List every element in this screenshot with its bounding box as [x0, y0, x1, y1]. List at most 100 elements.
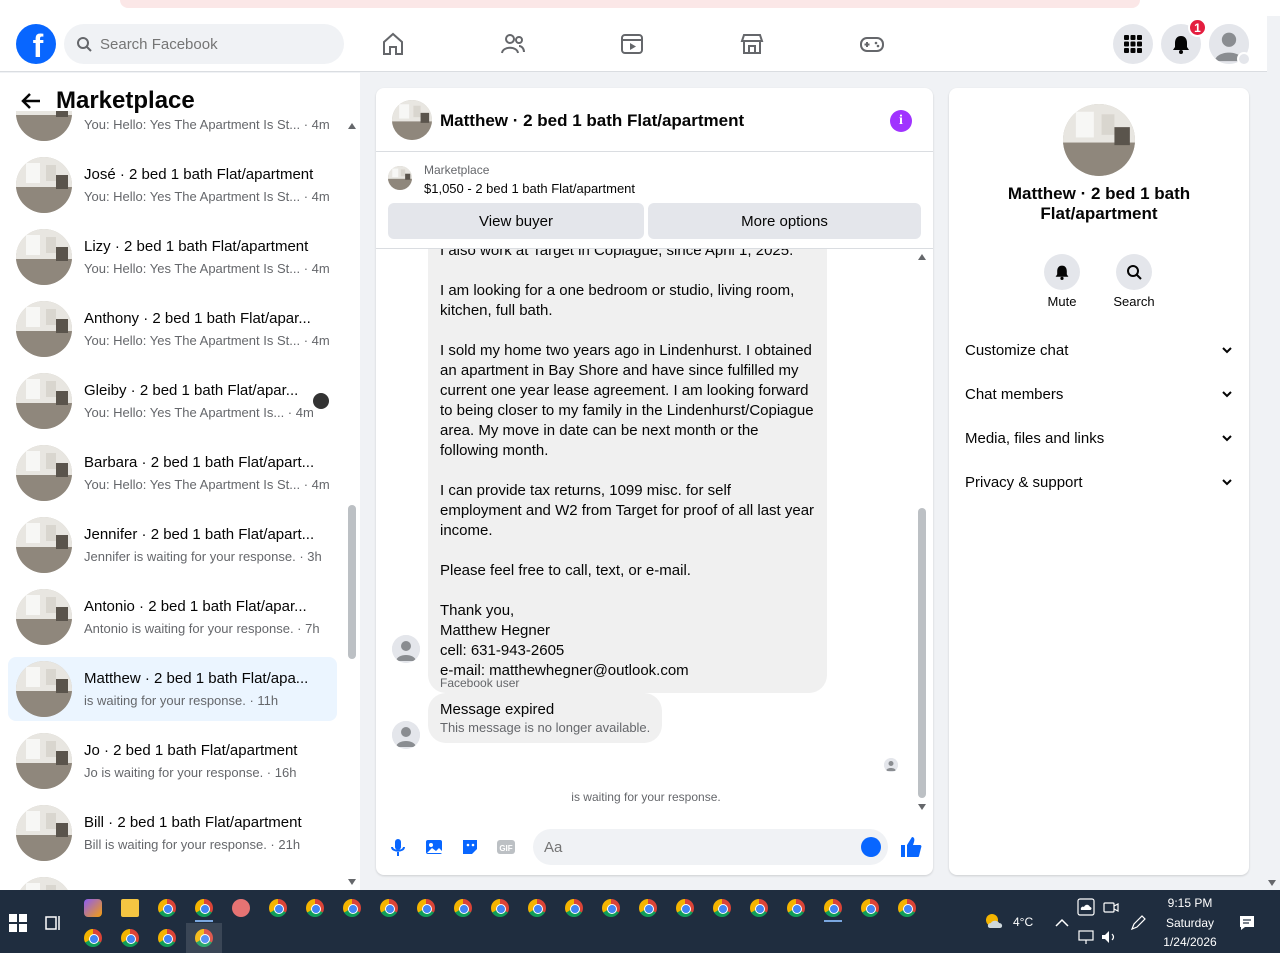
meet-icon[interactable]: [1102, 898, 1120, 916]
scroll-up-arrow[interactable]: [918, 254, 926, 260]
active-indicator: [824, 920, 842, 922]
chrome-icon[interactable]: [343, 899, 361, 917]
media-files-row[interactable]: Media, files and links: [965, 426, 1233, 450]
emoji-icon[interactable]: [861, 837, 881, 857]
chrome-icon[interactable]: [713, 899, 731, 917]
clock-time[interactable]: 9:15 PM: [1160, 896, 1220, 910]
customize-chat-row[interactable]: Customize chat: [965, 338, 1233, 362]
info-icon[interactable]: i: [890, 110, 912, 132]
volume-icon[interactable]: [1100, 928, 1118, 946]
listing-thumbnail[interactable]: [388, 166, 412, 190]
scrollbar-thumb[interactable]: [348, 505, 356, 659]
chrome-icon[interactable]: [639, 899, 657, 917]
scroll-down-arrow[interactable]: [918, 804, 926, 810]
chrome-icon[interactable]: [306, 899, 324, 917]
chrome-icon[interactable]: [380, 899, 398, 917]
microphone-icon[interactable]: [388, 837, 408, 857]
account-avatar[interactable]: [1209, 24, 1251, 66]
list-item[interactable]: Barbara · 2 bed 1 bath Flat/apart... You…: [8, 441, 337, 505]
file-explorer-icon[interactable]: [121, 899, 139, 917]
scroll-up-arrow[interactable]: [348, 123, 356, 129]
page-scroll-down-arrow[interactable]: [1268, 880, 1276, 886]
friends-icon[interactable]: [497, 28, 529, 60]
network-icon[interactable]: [1077, 928, 1095, 946]
search-input[interactable]: [100, 35, 320, 53]
app-icon[interactable]: [232, 899, 250, 917]
chrome-icon[interactable]: [898, 899, 916, 917]
listing-thumbnail[interactable]: [392, 100, 432, 140]
weather-icon[interactable]: [984, 912, 1006, 930]
chrome-icon[interactable]: [824, 899, 842, 917]
chrome-icon[interactable]: [676, 899, 694, 917]
sticker-icon[interactable]: [460, 837, 480, 857]
task-view-icon[interactable]: [45, 914, 63, 932]
back-arrow-icon[interactable]: [20, 90, 42, 112]
top-nav: f 1: [0, 16, 1267, 72]
chrome-icon[interactable]: [84, 929, 102, 947]
chrome-icon[interactable]: [158, 929, 176, 947]
list-item[interactable]: Jo · 2 bed 1 bath Flat/apartment Jo is w…: [8, 729, 337, 793]
chrome-icon[interactable]: [602, 899, 620, 917]
windows-start-icon[interactable]: [9, 914, 27, 932]
facebook-logo[interactable]: f: [16, 24, 56, 64]
browser-strip: [0, 0, 1280, 16]
search-box[interactable]: [64, 24, 344, 64]
chrome-icon[interactable]: [121, 929, 139, 947]
chrome-icon[interactable]: [269, 899, 287, 917]
chrome-icon[interactable]: [787, 899, 805, 917]
chrome-icon[interactable]: [454, 899, 472, 917]
message-input[interactable]: [533, 829, 888, 865]
list-item[interactable]: Antonio · 2 bed 1 bath Flat/apar... Anto…: [8, 585, 337, 649]
marketplace-icon[interactable]: [736, 28, 768, 60]
like-icon[interactable]: [899, 835, 923, 859]
scroll-down-arrow[interactable]: [348, 879, 356, 885]
temperature: 4°C: [1013, 915, 1034, 929]
chrome-icon[interactable]: [750, 899, 768, 917]
video-icon[interactable]: [616, 28, 648, 60]
mute-button[interactable]: Mute: [1034, 254, 1090, 309]
list-item-selected[interactable]: Matthew · 2 bed 1 bath Flat/apa... is wa…: [8, 657, 337, 721]
chevron-down-icon: [1222, 435, 1232, 442]
copilot-icon[interactable]: [84, 899, 102, 917]
notifications-button[interactable]: 1: [1161, 18, 1207, 64]
listing-thumbnail: [16, 157, 72, 213]
chrome-icon[interactable]: [417, 899, 435, 917]
chrome-icon[interactable]: [158, 899, 176, 917]
menu-grid-icon[interactable]: [1113, 24, 1153, 64]
gaming-icon[interactable]: [856, 28, 888, 60]
list-item[interactable]: Anthony · 2 bed 1 bath Flat/apar... You:…: [8, 297, 337, 361]
chat-members-row[interactable]: Chat members: [965, 382, 1233, 406]
gif-icon[interactable]: GIF: [496, 837, 516, 857]
list-item[interactable]: Lizy · 2 bed 1 bath Flat/apartment You: …: [8, 225, 337, 289]
home-icon[interactable]: [377, 28, 409, 60]
pen-icon[interactable]: [1129, 914, 1147, 932]
list-item[interactable]: José · 2 bed 1 bath Flat/apartment You: …: [8, 153, 337, 217]
listing-thumbnail: [16, 229, 72, 285]
chrome-icon[interactable]: [565, 899, 583, 917]
chrome-icon[interactable]: [528, 899, 546, 917]
list-item[interactable]: Jennifer · 2 bed 1 bath Flat/apart... Je…: [8, 513, 337, 577]
browser-address-remnant: [120, 0, 1140, 8]
list-item[interactable]: [8, 873, 337, 890]
view-buyer-button[interactable]: View buyer: [388, 203, 644, 239]
notification-center-icon[interactable]: [1238, 914, 1256, 932]
listing-thumbnail: [16, 661, 72, 717]
chevron-up-icon[interactable]: [1053, 914, 1071, 932]
bell-icon: [1173, 36, 1189, 54]
onedrive-icon[interactable]: [1077, 898, 1095, 916]
privacy-support-row[interactable]: Privacy & support: [965, 470, 1233, 494]
chrome-icon[interactable]: [195, 899, 213, 917]
chrome-icon[interactable]: [861, 899, 879, 917]
search-conversation-button[interactable]: Search: [1106, 254, 1162, 309]
listing-price[interactable]: $1,050 - 2 bed 1 bath Flat/apartment: [424, 181, 635, 196]
list-item[interactable]: Gleiby · 2 bed 1 bath Flat/apar... You: …: [8, 369, 337, 433]
chrome-icon[interactable]: [491, 899, 509, 917]
search-icon: [1127, 265, 1142, 280]
more-options-button[interactable]: More options: [648, 203, 921, 239]
scrollbar-thumb[interactable]: [918, 508, 926, 798]
list-item[interactable]: You: Hello: Yes The Apartment Is St... ·…: [8, 111, 337, 145]
list-item[interactable]: Bill · 2 bed 1 bath Flat/apartment Bill …: [8, 801, 337, 865]
photo-icon[interactable]: [424, 837, 444, 857]
chat-title[interactable]: Matthew · 2 bed 1 bath Flat/apartment: [440, 111, 744, 131]
conversation-list: You: Hello: Yes The Apartment Is St... ·…: [8, 111, 338, 890]
